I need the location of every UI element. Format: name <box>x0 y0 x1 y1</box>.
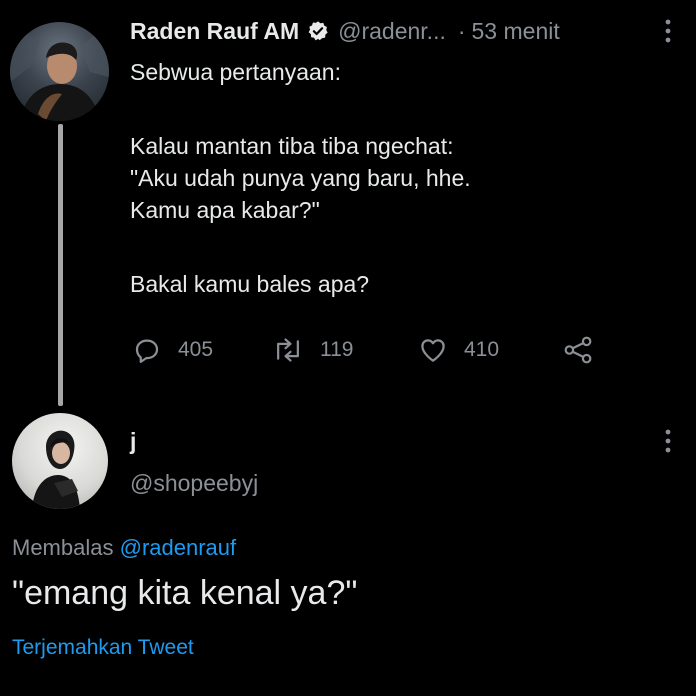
tweet-line: Bakal kamu bales apa? <box>130 271 370 297</box>
share-icon <box>564 336 592 364</box>
reply-author-avatar[interactable] <box>12 413 108 509</box>
more-options-icon[interactable] <box>663 18 673 44</box>
translate-tweet-link[interactable]: Terjemahkan Tweet <box>12 636 194 660</box>
header-separator: · <box>457 17 466 44</box>
more-options-icon[interactable] <box>663 428 673 454</box>
verified-badge-icon <box>308 21 328 41</box>
author-name[interactable]: Raden Rauf AM <box>130 18 299 45</box>
reply-author-name[interactable]: j <box>130 428 136 455</box>
replying-to: Membalas @radenrauf <box>12 535 236 561</box>
tweet-body: Sebwua pertanyaan: Kalau mantan tiba tib… <box>130 56 670 300</box>
share-button[interactable] <box>562 332 594 368</box>
tweet-line: Kamu apa kabar?" <box>130 197 320 223</box>
tweet-timestamp[interactable]: 53 menit <box>472 18 560 45</box>
tweet-header: Raden Rauf AM @radenr... · 53 menit <box>130 14 560 48</box>
retweet-icon <box>277 338 299 362</box>
reply-count: 405 <box>178 338 214 361</box>
reply-author-handle[interactable]: @shopeebyj <box>130 470 258 497</box>
like-count: 410 <box>464 338 500 361</box>
reply-icon <box>135 339 159 363</box>
author-avatar[interactable] <box>10 22 109 121</box>
retweet-count: 119 <box>320 338 354 361</box>
reply-body: "emang kita kenal ya?" <box>12 574 358 612</box>
tweet-line: Sebwua pertanyaan: <box>130 59 341 85</box>
like-button[interactable]: 410 <box>418 332 499 368</box>
replying-to-mention[interactable]: @radenrauf <box>120 535 237 560</box>
replying-to-label: Membalas <box>12 535 114 560</box>
retweet-button[interactable]: 119 <box>272 332 353 368</box>
reply-button[interactable]: 405 <box>132 332 213 368</box>
heart-icon <box>421 339 445 362</box>
tweet-line: "Aku udah punya yang baru, hhe. <box>130 165 471 191</box>
tweet-line: Kalau mantan tiba tiba ngechat: <box>130 133 454 159</box>
author-handle[interactable]: @radenr... <box>338 18 446 45</box>
thread-connector-line <box>58 124 63 406</box>
